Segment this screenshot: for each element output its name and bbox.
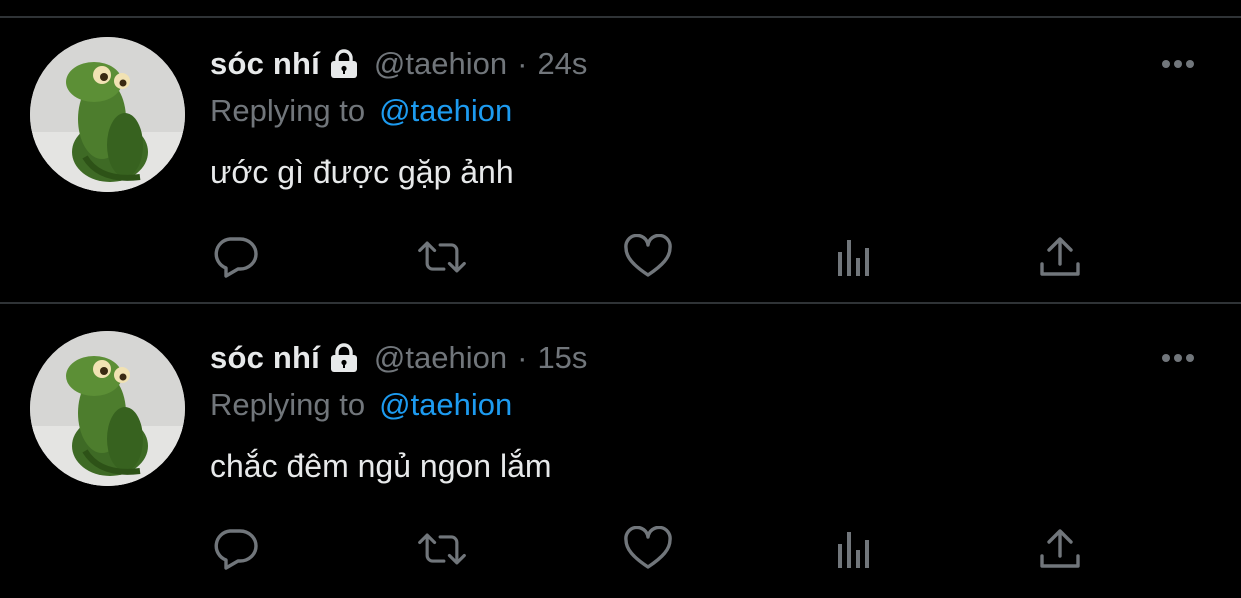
reply-button[interactable]: [210, 524, 262, 574]
tweet-reply[interactable]: sóc nhí @taehion · 15s Replying to @taeh…: [0, 294, 1241, 598]
lock-icon: [328, 343, 360, 373]
reply-icon: [214, 237, 258, 278]
share-button[interactable]: [1034, 232, 1086, 282]
reply-mention-link[interactable]: @taehion: [379, 387, 512, 423]
like-button[interactable]: [622, 232, 674, 282]
views-button[interactable]: [828, 232, 880, 282]
like-icon: [624, 526, 672, 569]
green-frog-plush-avatar: [30, 331, 185, 486]
like-button[interactable]: [622, 524, 674, 574]
display-name[interactable]: sóc nhí: [210, 340, 320, 376]
tweet-text: chắc đêm ngủ ngon lắm: [210, 447, 552, 484]
retweet-icon: [418, 241, 466, 273]
replying-label: Replying to: [210, 93, 366, 128]
avatar[interactable]: [30, 331, 185, 486]
reply-button[interactable]: [210, 232, 262, 282]
display-name[interactable]: sóc nhí: [210, 46, 320, 82]
handle[interactable]: @taehion: [374, 46, 507, 82]
replying-to: Replying to @taehion: [210, 91, 512, 131]
separator-dot: ·: [517, 340, 528, 375]
action-bar: [0, 524, 1241, 574]
replying-label: Replying to: [210, 387, 366, 422]
lock-icon: [328, 49, 360, 79]
more-button[interactable]: [1156, 54, 1200, 74]
retweet-button[interactable]: [416, 524, 468, 574]
share-button[interactable]: [1034, 524, 1086, 574]
tweet-header: sóc nhí @taehion · 24s: [210, 44, 587, 84]
replying-to: Replying to @taehion: [210, 385, 512, 425]
reply-icon: [214, 529, 258, 570]
share-icon: [1040, 237, 1080, 276]
retweet-icon: [418, 533, 466, 565]
timestamp[interactable]: 15s: [537, 340, 587, 376]
views-button[interactable]: [828, 524, 880, 574]
tweet-header: sóc nhí @taehion · 15s: [210, 338, 587, 378]
reply-mention-link[interactable]: @taehion: [379, 93, 512, 129]
more-button[interactable]: [1156, 348, 1200, 368]
action-bar: [0, 232, 1241, 282]
views-icon: [838, 532, 869, 568]
separator-dot: ·: [517, 46, 528, 81]
more-icon: [1162, 60, 1194, 68]
tweet-feed: sóc nhí @taehion · 24s Replying to @taeh…: [0, 0, 1241, 598]
share-icon: [1040, 529, 1080, 568]
views-icon: [838, 240, 869, 276]
more-icon: [1162, 354, 1194, 362]
retweet-button[interactable]: [416, 232, 468, 282]
like-icon: [624, 234, 672, 277]
green-frog-plush-avatar: [30, 37, 185, 192]
tweet-reply[interactable]: sóc nhí @taehion · 24s Replying to @taeh…: [0, 0, 1241, 300]
avatar[interactable]: [30, 37, 185, 192]
tweet-text: ước gì được gặp ảnh: [210, 153, 514, 190]
handle[interactable]: @taehion: [374, 340, 507, 376]
timestamp[interactable]: 24s: [537, 46, 587, 82]
